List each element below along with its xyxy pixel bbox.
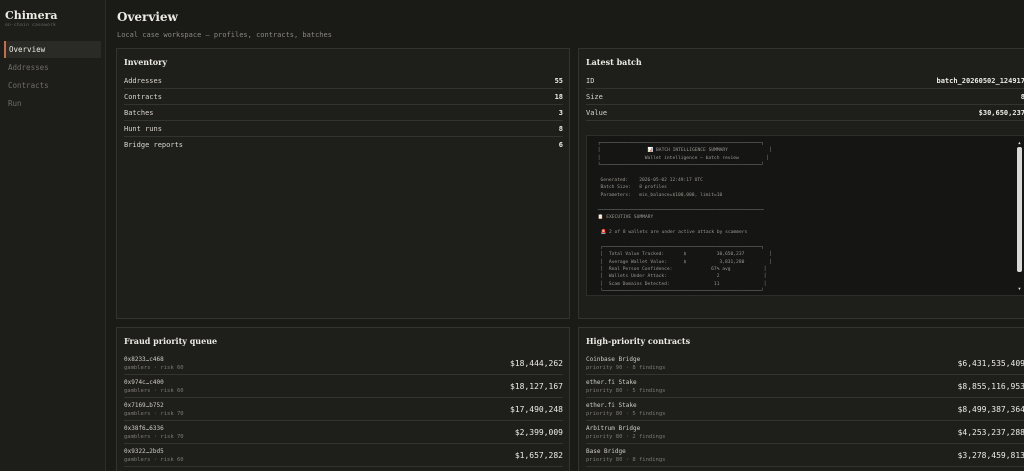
contract-name: Arbitrum Bridge — [586, 424, 641, 432]
wallet-amount: $17,490,248 — [510, 404, 563, 414]
contract-meta: priority 80 · 2 findings — [586, 433, 666, 440]
scrollbar-thumb[interactable] — [1017, 147, 1022, 272]
contracts-title: High-priority contracts — [586, 336, 691, 346]
batch-label: Value — [586, 108, 608, 117]
report-scrollbar[interactable]: ▲ ▼ — [1017, 140, 1022, 291]
wallet-address: 0x7169…b752 — [124, 401, 164, 409]
contract-name: ether.fi Stake — [586, 401, 637, 409]
contract-amount: $6,431,535,409 — [957, 358, 1024, 368]
wallet-meta: gamblers · risk 60 — [124, 387, 184, 394]
list-item[interactable]: 0x7169…b752 gamblers · risk 70 $17,490,248 — [124, 398, 563, 421]
list-item[interactable]: 0x8233…c468 gamblers · risk 60 $18,444,262 — [124, 352, 563, 375]
inventory-row: Contracts 18 — [124, 89, 563, 105]
contract-amount: $8,855,116,953 — [957, 381, 1024, 391]
inventory-value: 55 — [554, 76, 563, 85]
wallet-amount: $1,657,282 — [514, 450, 563, 460]
list-item[interactable]: 0x974c…c400 gamblers · risk 60 $18,127,167 — [124, 375, 563, 398]
inventory-value: 8 — [558, 124, 563, 133]
contracts-card: High-priority contracts Coinbase Bridge p… — [578, 327, 1024, 471]
inventory-value: 18 — [554, 92, 563, 101]
batch-row: Value $30,650,237 — [586, 105, 1024, 121]
inventory-label: Addresses — [124, 76, 162, 85]
batch-label: ID — [586, 76, 595, 85]
app-brand-subtitle: on-chain casework — [5, 23, 57, 28]
contract-amount: $8,499,387,364 — [957, 404, 1024, 414]
sidebar: Chimera on-chain casework Overview Addre… — [0, 0, 106, 471]
list-item[interactable]: 0x38f6…6336 gamblers · risk 70 $2,399,009 — [124, 421, 563, 444]
contract-meta: priority 80 · 5 findings — [586, 410, 666, 417]
latest-batch-title: Latest batch — [586, 57, 642, 67]
wallet-meta: gamblers · risk 70 — [124, 410, 184, 417]
wallet-meta: gamblers · risk 60 — [124, 364, 184, 371]
wallet-meta: gamblers · risk 60 — [124, 456, 184, 463]
sidebar-item-run[interactable]: Run — [4, 95, 101, 112]
wallet-address: 0x38f6…6336 — [124, 424, 164, 432]
batch-value: batch_20260502_124917 — [936, 76, 1024, 85]
list-item[interactable]: ether.fi Stake priority 80 · 5 findings $8… — [586, 375, 1024, 398]
main-content: Overview Local case workspace — profiles… — [106, 0, 1024, 471]
latest-batch-card: Latest batch ID batch_20260502_124917 Siz… — [578, 48, 1024, 319]
sidebar-nav: Overview Addresses Contracts Run — [4, 41, 101, 112]
contract-meta: priority 80 · 5 findings — [586, 387, 666, 394]
list-item[interactable]: 0x9322…2bd5 gamblers · risk 60 $1,657,282 — [124, 444, 563, 467]
fraud-queue-card: Fraud priority queue 0x8233…c468 gamblers… — [116, 327, 570, 471]
inventory-label: Hunt runs — [124, 124, 162, 133]
batch-report-text: ┌───────────────────────────────────────… — [597, 141, 773, 295]
batch-row: Size 8 — [586, 89, 1024, 105]
sidebar-item-addresses[interactable]: Addresses — [4, 59, 101, 76]
wallet-address: 0x974c…c400 — [124, 378, 164, 386]
inventory-label: Contracts — [124, 92, 162, 101]
inventory-row: Addresses 55 — [124, 73, 563, 89]
fraud-queue-title: Fraud priority queue — [124, 336, 218, 346]
scroll-up-arrow-icon[interactable]: ▲ — [1017, 140, 1022, 145]
wallet-meta: gamblers · risk 70 — [124, 433, 184, 440]
contract-name: ether.fi Stake — [586, 378, 637, 386]
inventory-title: Inventory — [124, 57, 168, 67]
list-item[interactable]: Coinbase Bridge priority 90 · 8 findings $… — [586, 352, 1024, 375]
page-title: Overview — [117, 10, 178, 24]
inventory-row: Batches 3 — [124, 105, 563, 121]
app-brand: Chimera — [5, 9, 58, 22]
app-root: Chimera on-chain casework Overview Addre… — [0, 0, 1024, 471]
list-item[interactable]: Arbitrum Bridge priority 80 · 2 findings $… — [586, 421, 1024, 444]
sidebar-item-overview[interactable]: Overview — [4, 41, 101, 58]
inventory-row: Hunt runs 8 — [124, 121, 563, 137]
inventory-card: Inventory Addresses 55 Contracts 18 Batche… — [116, 48, 570, 319]
wallet-amount: $2,399,009 — [514, 427, 563, 437]
batch-report-viewer[interactable]: ┌───────────────────────────────────────… — [586, 135, 1024, 296]
contract-name: Coinbase Bridge — [586, 355, 641, 363]
wallet-address: 0x9322…2bd5 — [124, 447, 164, 455]
wallet-amount: $18,127,167 — [510, 381, 563, 391]
list-item[interactable]: Base Bridge priority 80 · 8 findings $3,27… — [586, 444, 1024, 467]
contract-name: Base Bridge — [586, 447, 626, 455]
batch-value: $30,650,237 — [978, 108, 1024, 117]
contract-meta: priority 80 · 8 findings — [586, 456, 666, 463]
inventory-label: Batches — [124, 108, 154, 117]
inventory-value: 3 — [558, 108, 563, 117]
page-subtitle: Local case workspace — profiles, contrac… — [117, 31, 332, 39]
batch-row: ID batch_20260502_124917 — [586, 73, 1024, 89]
list-item[interactable]: ether.fi Stake priority 80 · 5 findings $8… — [586, 398, 1024, 421]
overview-grid: Inventory Addresses 55 Contracts 18 Batche… — [116, 48, 1024, 471]
contract-amount: $3,278,459,813 — [957, 450, 1024, 460]
contract-amount: $4,253,237,288 — [957, 427, 1024, 437]
inventory-value: 6 — [558, 141, 563, 149]
inventory-label: Bridge reports — [124, 141, 184, 149]
batch-label: Size — [586, 92, 603, 101]
wallet-address: 0x8233…c468 — [124, 355, 164, 363]
sidebar-item-contracts[interactable]: Contracts — [4, 77, 101, 94]
inventory-row: Bridge reports 6 — [124, 137, 563, 153]
contract-meta: priority 90 · 8 findings — [586, 364, 666, 371]
wallet-amount: $18,444,262 — [510, 358, 563, 368]
scroll-down-arrow-icon[interactable]: ▼ — [1017, 286, 1022, 291]
